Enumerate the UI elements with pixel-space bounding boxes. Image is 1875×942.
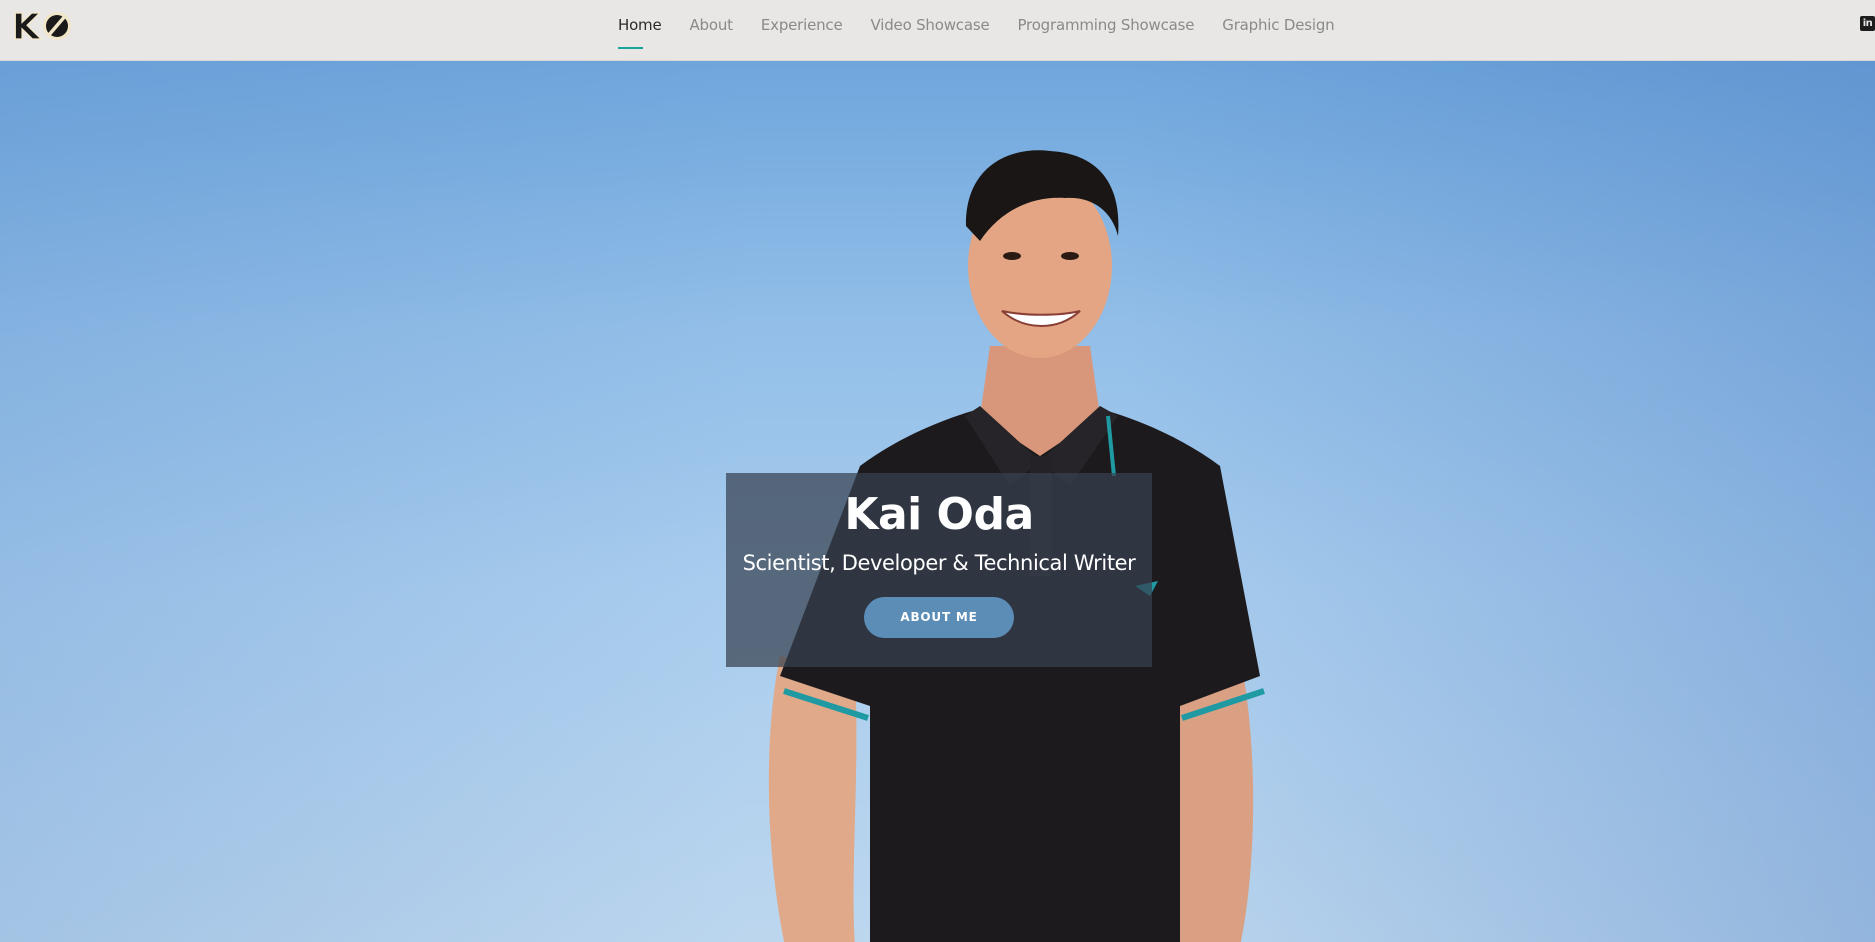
hero-section: Kai Oda Scientist, Developer & Technical… bbox=[0, 61, 1875, 942]
hero-subtitle: Scientist, Developer & Technical Writer bbox=[742, 551, 1136, 575]
linkedin-icon[interactable]: in bbox=[1860, 16, 1875, 31]
hero-intro-card: Kai Oda Scientist, Developer & Technical… bbox=[726, 473, 1152, 667]
nav-link-home[interactable]: Home bbox=[618, 16, 662, 49]
nav-link-programming-showcase[interactable]: Programming Showcase bbox=[1017, 16, 1194, 34]
svg-text:K: K bbox=[12, 7, 41, 44]
linkedin-icon-label: in bbox=[1862, 18, 1873, 29]
ko-logo-icon[interactable]: K bbox=[12, 6, 74, 44]
nav-link-label: Programming Showcase bbox=[1017, 16, 1195, 34]
nav-link-about[interactable]: About bbox=[689, 16, 734, 34]
nav-link-label: Graphic Design bbox=[1222, 16, 1335, 34]
nav-link-graphic-design[interactable]: Graphic Design bbox=[1222, 16, 1334, 34]
nav-link-label: Experience bbox=[760, 16, 843, 34]
active-tab-underline bbox=[618, 47, 643, 49]
nav-link-video-showcase[interactable]: Video Showcase bbox=[871, 16, 990, 34]
about-me-button[interactable]: ABOUT ME bbox=[864, 597, 1014, 638]
top-navbar: K Home About Experience Video Showcase P… bbox=[0, 0, 1875, 61]
main-nav: Home About Experience Video Showcase Pro… bbox=[618, 0, 1362, 50]
nav-link-label: Home bbox=[618, 16, 662, 34]
nav-link-label: About bbox=[689, 16, 734, 34]
nav-link-experience[interactable]: Experience bbox=[761, 16, 843, 34]
nav-link-label: Video Showcase bbox=[870, 16, 990, 34]
hero-name: Kai Oda bbox=[844, 489, 1034, 540]
